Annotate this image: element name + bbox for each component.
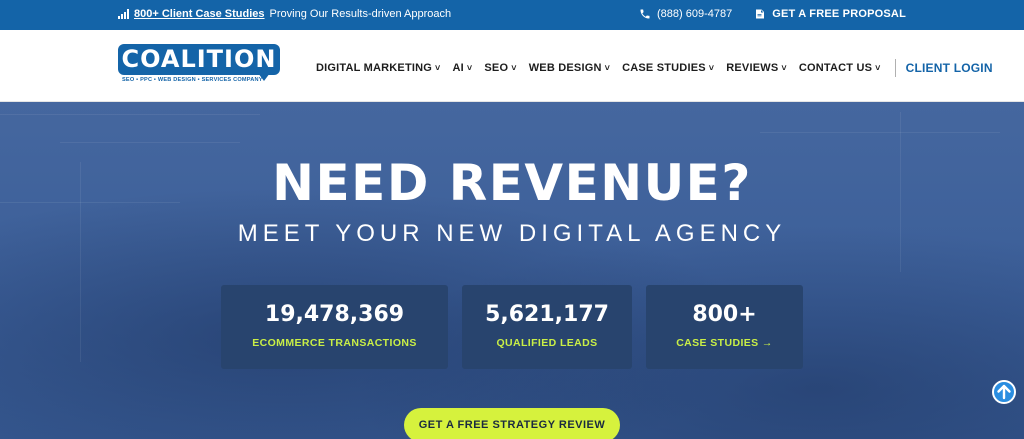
nav-label: DIGITAL MARKETING	[316, 62, 433, 74]
nav-contact-us[interactable]: CONTACT US ˅	[799, 62, 881, 74]
free-proposal-label: GET A FREE PROPOSAL	[772, 8, 906, 20]
client-login-link[interactable]: CLIENT LOGIN	[906, 61, 993, 75]
stat-value: 5,621,177	[485, 302, 609, 327]
whiteboard-line	[760, 132, 1000, 133]
free-proposal-link[interactable]: GET A FREE PROPOSAL	[754, 8, 906, 20]
stat-label: QUALIFIED LEADS	[496, 337, 598, 349]
whiteboard-line	[0, 114, 260, 115]
hero-background-photo	[0, 102, 1024, 439]
top-bar-tagline: Proving Our Results-driven Approach	[269, 8, 452, 20]
main-nav: DIGITAL MARKETING ˅ AI ˅ SEO ˅ WEB DESIG…	[316, 59, 993, 77]
nav-label: REVIEWS	[726, 62, 779, 74]
chevron-down-icon: ˅	[875, 63, 881, 73]
site-header: COALITION SEO • PPC • WEB DESIGN • SERVI…	[0, 30, 1024, 102]
top-bar-left: 800+ Client Case Studies Proving Our Res…	[118, 8, 451, 20]
top-bar: 800+ Client Case Studies Proving Our Res…	[0, 0, 1024, 30]
coalition-logo[interactable]: COALITION SEO • PPC • WEB DESIGN • SERVI…	[118, 44, 280, 88]
nav-label: AI	[452, 62, 464, 74]
chevron-down-icon: ˅	[781, 63, 787, 73]
chevron-down-icon: ˅	[466, 63, 473, 73]
phone-number: (888) 609-4787	[656, 8, 733, 20]
stat-card-ecommerce: 19,478,369 ECOMMERCE TRANSACTIONS	[221, 285, 448, 369]
nav-label: SEO	[484, 62, 509, 74]
nav-digital-marketing[interactable]: DIGITAL MARKETING ˅	[316, 62, 441, 74]
chevron-down-icon: ˅	[708, 63, 715, 73]
free-strategy-review-button[interactable]: GET A FREE STRATEGY REVIEW	[404, 408, 620, 439]
hero-title: NEED REVENUE?	[272, 154, 752, 212]
stat-card-case-studies[interactable]: 800+ CASE STUDIES →	[646, 285, 803, 369]
stat-value: 19,478,369	[264, 302, 405, 327]
nav-divider	[894, 59, 896, 77]
stats-row: 19,478,369 ECOMMERCE TRANSACTIONS 5,621,…	[0, 285, 1024, 369]
nav-reviews[interactable]: REVIEWS ˅	[726, 62, 787, 74]
nav-label: WEB DESIGN	[528, 62, 602, 74]
case-studies-link[interactable]: 800+ Client Case Studies	[134, 8, 265, 20]
phone-link[interactable]: (888) 609-4787	[639, 8, 732, 20]
chevron-down-icon: ˅	[511, 63, 517, 73]
stat-label: CASE STUDIES →	[676, 337, 773, 349]
logo-tagline: SEO • PPC • WEB DESIGN • SERVICES COMPAN…	[122, 77, 263, 83]
stat-value: 800+	[692, 302, 757, 327]
chevron-down-icon: ˅	[604, 63, 611, 73]
signal-bars-icon	[118, 9, 129, 19]
hero-section: NEED REVENUE? MEET YOUR NEW DIGITAL AGEN…	[0, 102, 1024, 439]
scroll-to-top-button[interactable]	[992, 380, 1016, 404]
nav-label: CASE STUDIES	[622, 62, 706, 74]
nav-web-design[interactable]: WEB DESIGN ˅	[529, 62, 610, 74]
nav-ai[interactable]: AI ˅	[453, 62, 473, 74]
arrow-up-icon	[997, 384, 1011, 400]
logo-wordmark: COALITION	[118, 44, 280, 75]
nav-case-studies[interactable]: CASE STUDIES ˅	[622, 62, 714, 74]
chevron-down-icon: ˅	[435, 63, 441, 73]
stat-label: ECOMMERCE TRANSACTIONS	[252, 337, 417, 349]
nav-label: CONTACT US	[798, 62, 873, 74]
stat-card-leads: 5,621,177 QUALIFIED LEADS	[462, 285, 632, 369]
nav-seo[interactable]: SEO ˅	[484, 62, 516, 74]
phone-icon	[639, 8, 651, 20]
proposal-icon	[754, 8, 766, 20]
whiteboard-line	[60, 142, 240, 143]
hero-subtitle: MEET YOUR NEW DIGITAL AGENCY	[237, 220, 787, 247]
top-bar-right: (888) 609-4787 GET A FREE PROPOSAL	[639, 8, 906, 20]
